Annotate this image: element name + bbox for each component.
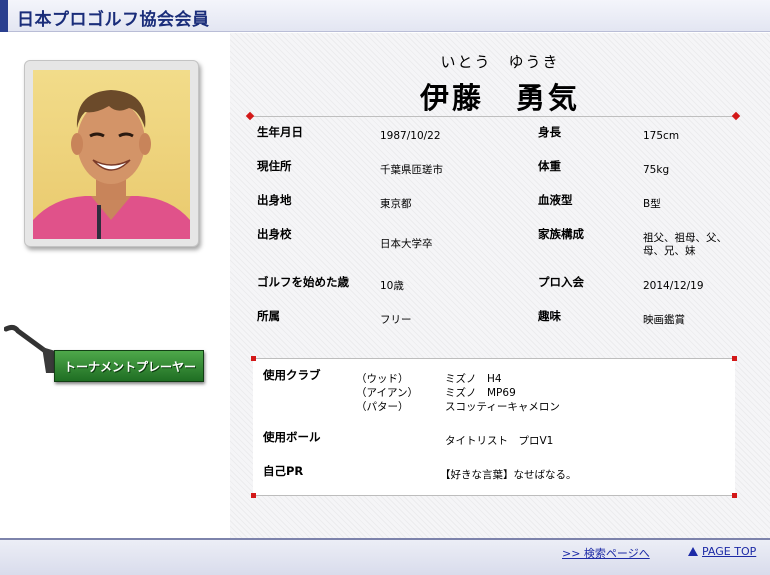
weight-value: 75kg: [643, 164, 670, 176]
affiliation-value: フリー: [380, 314, 412, 326]
school-label: 出身校: [257, 227, 292, 241]
profile-panel: いとう ゆうき 伊藤 勇気 生年月日 1987/10/22 身長 175cm 現…: [230, 33, 770, 538]
page-header: 日本プロゴルフ協会会員: [0, 0, 770, 32]
player-photo: [33, 70, 190, 239]
club-model-wood: ミズノ H4: [445, 373, 502, 385]
club-type-iron: （アイアン）: [356, 387, 419, 399]
player-name: 伊藤 勇気: [419, 81, 580, 115]
player-name-kana: いとう ゆうき: [440, 53, 560, 71]
club-type-wood: （ウッド）: [356, 373, 409, 385]
ball-label: 使用ボール: [263, 430, 321, 444]
family-value-line2: 母、兄、妹: [643, 245, 696, 257]
residence-label: 現住所: [257, 159, 292, 173]
pro-join-label: プロ入会: [538, 275, 584, 289]
family-value-line1: 祖父、祖母、父、: [643, 232, 727, 244]
page-top-link[interactable]: PAGE TOP: [688, 545, 756, 558]
box-corner-bl: [251, 493, 256, 498]
family-label: 家族構成: [538, 227, 584, 241]
tournament-player-badge: トーナメントプレーヤー: [4, 323, 209, 383]
club-model-putter: スコッティーキャメロン: [445, 401, 560, 413]
page-footer: >> 検索ページへ PAGE TOP: [0, 540, 770, 575]
page-title: 日本プロゴルフ協会会員: [17, 10, 210, 30]
self-pr-label: 自己PR: [263, 464, 304, 478]
ball-value: タイトリスト プロV1: [445, 435, 554, 447]
pro-join-value: 2014/12/19: [643, 280, 704, 292]
self-pr-value: 【好きな言葉】なせばなる。: [440, 469, 577, 481]
golf-start-age-value: 10歳: [380, 280, 404, 292]
header-accent-bar: [0, 0, 8, 32]
residence-value: 千葉県匝瑳市: [380, 164, 443, 176]
birthplace-value: 東京都: [380, 198, 412, 210]
height-value: 175cm: [643, 130, 680, 142]
blood-type-label: 血液型: [538, 193, 573, 207]
blood-type-value: B型: [643, 198, 661, 210]
school-value: 日本大学卒: [380, 238, 433, 250]
hobby-label: 趣味: [538, 309, 561, 323]
left-column: トーナメントプレーヤー: [0, 33, 230, 538]
golf-start-age-label: ゴルフを始めた歳: [257, 275, 349, 289]
page-top-link-label: PAGE TOP: [702, 545, 757, 558]
weight-label: 体重: [538, 159, 561, 173]
search-page-link[interactable]: >> 検索ページへ: [562, 545, 650, 561]
club-type-putter: （パター）: [356, 401, 409, 413]
name-divider: [250, 116, 738, 117]
affiliation-label: 所属: [257, 309, 280, 323]
birthdate-value: 1987/10/22: [380, 130, 441, 142]
birthdate-label: 生年月日: [257, 125, 303, 139]
club-model-iron: ミズノ MP69: [445, 387, 516, 399]
club-label: 使用クラブ: [263, 368, 321, 382]
player-photo-frame: [24, 60, 199, 247]
box-corner-tl: [251, 356, 256, 361]
tournament-player-label-box: トーナメントプレーヤー: [54, 350, 204, 382]
up-triangle-icon: [688, 547, 698, 556]
tournament-player-label: トーナメントプレーヤー: [63, 360, 196, 374]
box-corner-br: [732, 493, 737, 498]
hobby-value: 映画鑑賞: [643, 314, 685, 326]
height-label: 身長: [538, 125, 561, 139]
box-corner-tr: [732, 356, 737, 361]
birthplace-label: 出身地: [257, 193, 292, 207]
